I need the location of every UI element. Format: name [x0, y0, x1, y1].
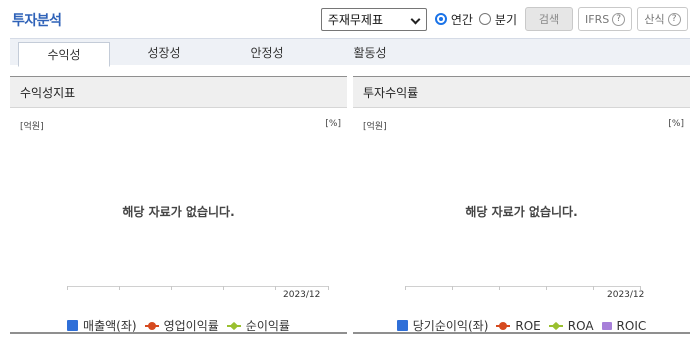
- help-icon: ?: [667, 12, 681, 26]
- panel-title: 투자수익률: [353, 77, 690, 108]
- tab-growth[interactable]: 성장성: [118, 39, 210, 65]
- legend-label: 순이익률: [245, 319, 290, 333]
- search-button[interactable]: 검색: [525, 7, 573, 31]
- legend-diamond-line-icon: [226, 324, 241, 327]
- radio-annual-label: 연간: [450, 12, 473, 27]
- tab-activity[interactable]: 활동성: [324, 39, 416, 65]
- legend-square-icon: [396, 320, 408, 331]
- legend-label: ROE: [515, 318, 541, 333]
- legend-item[interactable]: ROIC: [601, 318, 647, 333]
- panel-title: 수익성지표: [10, 77, 347, 108]
- tab-profitability[interactable]: 수익성: [18, 42, 110, 67]
- x-axis-tick: [593, 286, 594, 290]
- x-axis-tick: [223, 286, 224, 290]
- ifrs-button[interactable]: IFRS ?: [578, 7, 632, 31]
- x-axis-tick: [328, 286, 329, 290]
- legend-label: 당기순이익(좌): [412, 319, 489, 333]
- legend-item[interactable]: 당기순이익(좌): [396, 317, 489, 334]
- legend-label: 매출액(좌): [83, 319, 137, 333]
- x-axis-tick: [275, 286, 276, 290]
- legend-square-line-icon: [601, 321, 612, 330]
- legend-label: ROIC: [616, 318, 647, 333]
- x-axis-tick: [452, 286, 453, 290]
- profitability-panel: 수익성지표 [억원] [%] 해당 자료가 없습니다. 2023/12 매출액(…: [10, 76, 347, 334]
- right-axis-unit: [%]: [668, 119, 684, 129]
- x-axis-tick: [119, 286, 120, 290]
- x-axis-tick: [67, 286, 68, 290]
- analysis-tabs: 수익성 성장성 안정성 활동성: [10, 38, 690, 67]
- legend-circle-line-icon: [144, 321, 159, 330]
- legend-item[interactable]: ROE: [496, 318, 541, 333]
- x-axis-tick: [499, 286, 500, 290]
- radio-checked-icon[interactable]: [434, 13, 447, 25]
- radio-quarter[interactable]: 분기: [478, 11, 517, 28]
- x-tick-label: 2023/12: [607, 290, 645, 300]
- formula-button-label: 산식: [644, 13, 665, 26]
- radio-quarter-label: 분기: [494, 12, 517, 27]
- statement-type-value: 주재무제표: [327, 12, 384, 27]
- legend-square-icon: [67, 320, 79, 331]
- left-axis-unit: [억원]: [363, 122, 387, 132]
- legend-item[interactable]: 순이익률: [226, 317, 290, 334]
- toolbar: 주재무제표 연간 분기 검색 IFRS ? 산식 ?: [320, 7, 688, 31]
- empty-message: 해당 자료가 없습니다.: [122, 205, 235, 219]
- radio-unchecked-icon[interactable]: [478, 13, 491, 25]
- page-title: 투자분석: [12, 13, 62, 29]
- radio-annual[interactable]: 연간: [434, 11, 473, 28]
- x-tick-label: 2023/12: [283, 290, 321, 300]
- x-axis-line: [405, 286, 641, 287]
- left-axis-unit: [억원]: [20, 122, 44, 132]
- x-axis-tick: [546, 286, 547, 290]
- legend-item[interactable]: 영업이익률: [144, 317, 219, 334]
- x-axis-line: [67, 286, 329, 287]
- right-axis-unit: [%]: [325, 119, 341, 129]
- legend-label: 영업이익률: [163, 319, 219, 333]
- legend-circle-line-icon: [496, 321, 511, 330]
- formula-button[interactable]: 산식 ?: [637, 7, 688, 31]
- x-axis-tick: [405, 286, 406, 290]
- investment-return-panel: 투자수익률 [억원] [%] 해당 자료가 없습니다. 2023/12 당기순이…: [353, 76, 690, 334]
- empty-message: 해당 자료가 없습니다.: [465, 205, 578, 219]
- ifrs-button-label: IFRS: [585, 12, 610, 26]
- chart-legend: 매출액(좌) 영업이익률 순이익률: [10, 317, 347, 334]
- chevron-down-icon: [410, 14, 421, 24]
- legend-item[interactable]: 매출액(좌): [67, 317, 137, 334]
- legend-diamond-line-icon: [548, 324, 563, 327]
- tab-stability[interactable]: 안정성: [221, 39, 313, 65]
- x-axis-tick: [171, 286, 172, 290]
- chart-legend: 당기순이익(좌) ROE ROA ROIC: [353, 317, 690, 334]
- legend-item[interactable]: ROA: [548, 318, 594, 333]
- legend-label: ROA: [567, 318, 594, 333]
- statement-type-select[interactable]: 주재무제표: [320, 7, 427, 31]
- help-icon: ?: [612, 12, 625, 26]
